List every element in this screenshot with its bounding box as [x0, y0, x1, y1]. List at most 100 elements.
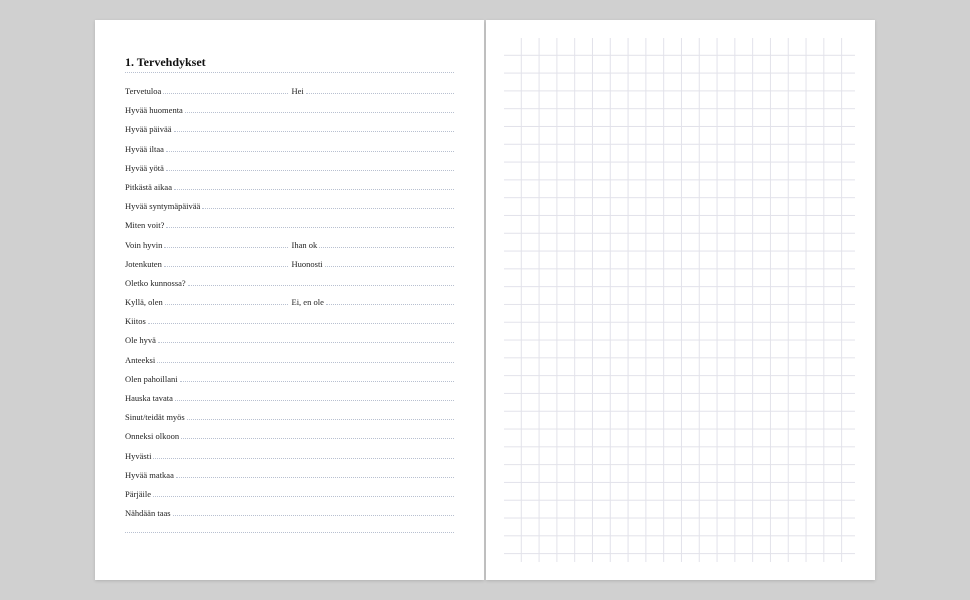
- vocab-cell: Onneksi olkoon: [125, 430, 454, 441]
- vocab-term: Ihan ok: [292, 240, 320, 250]
- fill-line: [202, 200, 454, 209]
- vocab-term: Sinut/teidät myös: [125, 412, 187, 422]
- grid-paper: [504, 38, 855, 562]
- vocab-term: Hyvää huomenta: [125, 105, 185, 115]
- vocab-cell: Pärjäile: [125, 488, 454, 499]
- page-spread: 1. Tervehdykset TervetuloaHeiHyvää huome…: [95, 20, 875, 580]
- right-page: [486, 20, 875, 580]
- vocab-term: Hyvästi: [125, 451, 153, 461]
- vocab-row: Nähdään taas: [125, 507, 454, 526]
- fill-line: [166, 219, 454, 228]
- vocab-term: Huonosti: [292, 259, 325, 269]
- vocab-row: Voin hyvin Ihan ok: [125, 239, 454, 258]
- vocab-term: Kiitos: [125, 316, 148, 326]
- vocab-cell: Hyvää syntymäpäivää: [125, 200, 454, 211]
- vocab-cell-left: Voin hyvin: [125, 239, 288, 250]
- vocab-term: Hei: [292, 86, 306, 96]
- fill-line: [181, 430, 454, 439]
- vocab-row: Ole hyvä: [125, 334, 454, 353]
- vocab-cell-right: Huonosti: [292, 258, 455, 269]
- vocab-row: Hyvää matkaa: [125, 469, 454, 488]
- fill-line: [175, 392, 454, 401]
- vocab-term: Olen pahoillani: [125, 374, 180, 384]
- vocab-row: Sinut/teidät myös: [125, 411, 454, 430]
- vocab-cell: Nähdään taas: [125, 507, 454, 518]
- fill-line: [176, 469, 454, 478]
- vocabulary-list: Tervetuloa Hei Hyvää huomenta Hyvää päivää H…: [125, 85, 454, 526]
- vocab-term: Hauska tavata: [125, 393, 175, 403]
- fill-line: [166, 143, 454, 152]
- vocab-cell: Hyvää huomenta: [125, 104, 454, 115]
- vocab-term: Hyvää päivää: [125, 124, 174, 134]
- vocab-term: Onneksi olkoon: [125, 431, 181, 441]
- vocab-row: Kyllä, olen Ei, en ole: [125, 296, 454, 315]
- fill-line: [164, 239, 287, 248]
- fill-line: [187, 411, 454, 420]
- fill-line: [180, 373, 454, 382]
- vocab-row: Oletko kunnossa?: [125, 277, 454, 296]
- vocab-cell-right: Hei: [292, 85, 455, 96]
- vocab-cell: Hyvää iltaa: [125, 143, 454, 154]
- vocab-row: Hyvää huomenta: [125, 104, 454, 123]
- vocab-term: Ei, en ole: [292, 297, 326, 307]
- vocab-row: Hyvää iltaa: [125, 143, 454, 162]
- vocab-cell: Oletko kunnossa?: [125, 277, 454, 288]
- vocab-term: Hyvää matkaa: [125, 470, 176, 480]
- vocab-cell: Hauska tavata: [125, 392, 454, 403]
- fill-line: [173, 507, 454, 516]
- vocab-term: Miten voit?: [125, 220, 166, 230]
- vocab-cell: Kiitos: [125, 315, 454, 326]
- fill-line: [157, 354, 454, 363]
- vocab-row: Olen pahoillani: [125, 373, 454, 392]
- vocab-cell-left: Tervetuloa: [125, 85, 288, 96]
- fill-line: [319, 239, 454, 248]
- fill-line: [188, 277, 454, 286]
- fill-line: [325, 258, 454, 267]
- vocab-cell: Anteeksi: [125, 354, 454, 365]
- fill-line: [153, 488, 454, 497]
- vocab-term: Voin hyvin: [125, 240, 164, 250]
- fill-line: [306, 85, 454, 94]
- vocab-row: Hauska tavata: [125, 392, 454, 411]
- vocab-row: Tervetuloa Hei: [125, 85, 454, 104]
- vocab-term: Oletko kunnossa?: [125, 278, 188, 288]
- vocab-term: Tervetuloa: [125, 86, 163, 96]
- vocab-cell: Pitkästä aikaa: [125, 181, 454, 192]
- vocab-row: Onneksi olkoon: [125, 430, 454, 449]
- vocab-cell: Hyvää päivää: [125, 123, 454, 134]
- vocab-row: Miten voit?: [125, 219, 454, 238]
- vocab-row: Anteeksi: [125, 354, 454, 373]
- fill-line: [185, 104, 454, 113]
- vocab-cell-left: Kyllä, olen: [125, 296, 288, 307]
- vocab-cell-right: Ihan ok: [292, 239, 455, 250]
- vocab-cell: Olen pahoillani: [125, 373, 454, 384]
- vocab-term: Hyvää yötä: [125, 163, 166, 173]
- vocab-term: Nähdään taas: [125, 508, 173, 518]
- fill-line: [174, 123, 455, 132]
- fill-line: [164, 258, 288, 267]
- vocab-term: Hyvää iltaa: [125, 144, 166, 154]
- vocab-row: Jotenkuten Huonosti: [125, 258, 454, 277]
- vocab-term: Jotenkuten: [125, 259, 164, 269]
- vocab-row: Hyvää yötä: [125, 162, 454, 181]
- bottom-line: [125, 532, 454, 533]
- vocab-row: Hyvää syntymäpäivää: [125, 200, 454, 219]
- vocab-cell: Hyvää matkaa: [125, 469, 454, 480]
- fill-line: [153, 450, 454, 459]
- fill-line: [163, 85, 287, 94]
- vocab-term: Anteeksi: [125, 355, 157, 365]
- vocab-cell: Hyvää yötä: [125, 162, 454, 173]
- vocab-row: Pärjäile: [125, 488, 454, 507]
- fill-line: [158, 334, 454, 343]
- vocab-term: Pitkästä aikaa: [125, 182, 174, 192]
- fill-line: [174, 181, 454, 190]
- vocab-cell: Miten voit?: [125, 219, 454, 230]
- left-page: 1. Tervehdykset TervetuloaHeiHyvää huome…: [95, 20, 484, 580]
- fill-line: [148, 315, 454, 324]
- vocab-term: Kyllä, olen: [125, 297, 165, 307]
- fill-line: [165, 296, 288, 305]
- vocab-row: Pitkästä aikaa: [125, 181, 454, 200]
- vocab-cell: Sinut/teidät myös: [125, 411, 454, 422]
- vocab-cell-right: Ei, en ole: [292, 296, 455, 307]
- vocab-cell: Hyvästi: [125, 450, 454, 461]
